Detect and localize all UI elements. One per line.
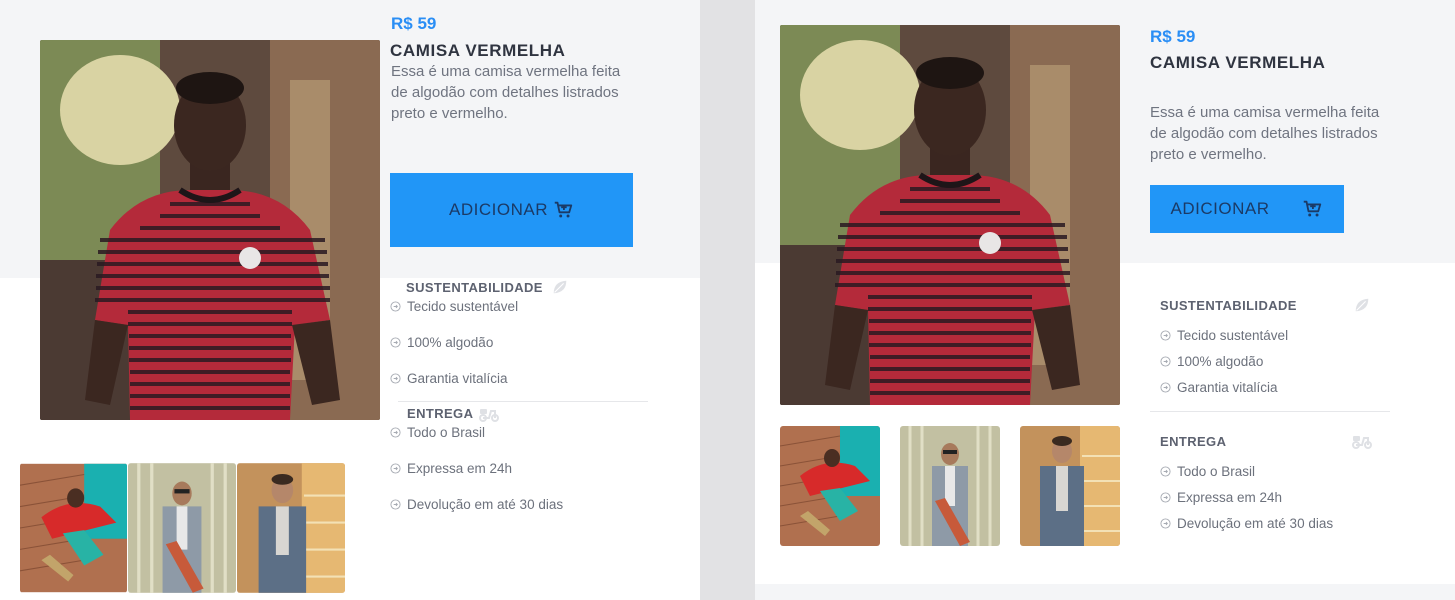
- thumbnail-3[interactable]: [1020, 426, 1120, 546]
- delivery-title: ENTREGA: [1160, 434, 1227, 449]
- thumbnail-3[interactable]: [237, 463, 345, 593]
- cart-icon: [1301, 198, 1323, 220]
- bottom-background-band: [755, 584, 1455, 600]
- arrow-circle-icon: [390, 373, 401, 384]
- add-button-label: ADICIONAR: [449, 200, 548, 219]
- delivery-title: ENTREGA: [407, 406, 474, 421]
- list-item: Devolução em até 30 dias: [390, 497, 563, 512]
- product-description: Essa é uma camisa vermelha feita de algo…: [391, 63, 621, 122]
- sustainability-title: SUSTENTABILIDADE: [1160, 298, 1297, 313]
- section-divider: [1150, 411, 1390, 412]
- arrow-circle-icon: [390, 301, 401, 312]
- add-to-cart-button[interactable]: ADICIONAR: [390, 173, 633, 247]
- list-item: Todo o Brasil: [390, 425, 485, 440]
- leaf-icon: [1353, 296, 1371, 314]
- product-price: R$ 59: [391, 14, 437, 33]
- product-title: CAMISA VERMELHA: [390, 41, 566, 60]
- scooter-icon: [1351, 431, 1373, 449]
- list-item: Devolução em até 30 dias: [1160, 516, 1333, 531]
- arrow-circle-icon: [390, 463, 401, 474]
- list-item: Todo o Brasil: [1160, 464, 1255, 479]
- arrow-circle-icon: [1160, 518, 1171, 529]
- list-item: Expressa em 24h: [1160, 490, 1282, 505]
- panel-separator: [700, 0, 755, 600]
- arrow-circle-icon: [390, 427, 401, 438]
- left-product-panel: R$ 59 CAMISA VERMELHA Essa é uma camisa …: [0, 0, 700, 600]
- main-product-photo: [780, 25, 1120, 405]
- arrow-circle-icon: [390, 499, 401, 510]
- list-item: 100% algodão: [390, 335, 493, 350]
- list-item: 100% algodão: [1160, 354, 1263, 369]
- add-to-cart-button[interactable]: ADICIONAR: [1150, 185, 1344, 233]
- list-item: Tecido sustentável: [1160, 328, 1288, 343]
- arrow-circle-icon: [1160, 492, 1171, 503]
- arrow-circle-icon: [1160, 382, 1171, 393]
- scooter-icon: [478, 404, 500, 422]
- list-item: Garantia vitalícia: [1160, 380, 1278, 395]
- add-button-label: ADICIONAR: [1170, 199, 1270, 218]
- product-title: CAMISA VERMELHA: [1150, 53, 1326, 72]
- leaf-icon: [551, 278, 569, 296]
- list-item: Expressa em 24h: [390, 461, 512, 476]
- arrow-circle-icon: [1160, 330, 1171, 341]
- list-item: Tecido sustentável: [390, 299, 518, 314]
- sustainability-title: SUSTENTABILIDADE: [406, 280, 543, 295]
- cart-icon: [552, 199, 574, 221]
- thumbnail-2[interactable]: [128, 463, 236, 593]
- section-divider: [398, 401, 648, 402]
- thumbnail-2[interactable]: [900, 426, 1000, 546]
- thumbnail-1[interactable]: [20, 463, 127, 593]
- arrow-circle-icon: [390, 337, 401, 348]
- thumbnail-1[interactable]: [780, 426, 880, 546]
- product-price: R$ 59: [1150, 27, 1196, 46]
- right-product-panel: R$ 59 CAMISA VERMELHA Essa é uma camisa …: [755, 0, 1455, 600]
- product-description: Essa é uma camisa vermelha feita de algo…: [1150, 104, 1380, 163]
- list-item: Garantia vitalícia: [390, 371, 508, 386]
- main-product-photo: [40, 40, 380, 420]
- arrow-circle-icon: [1160, 356, 1171, 367]
- arrow-circle-icon: [1160, 466, 1171, 477]
